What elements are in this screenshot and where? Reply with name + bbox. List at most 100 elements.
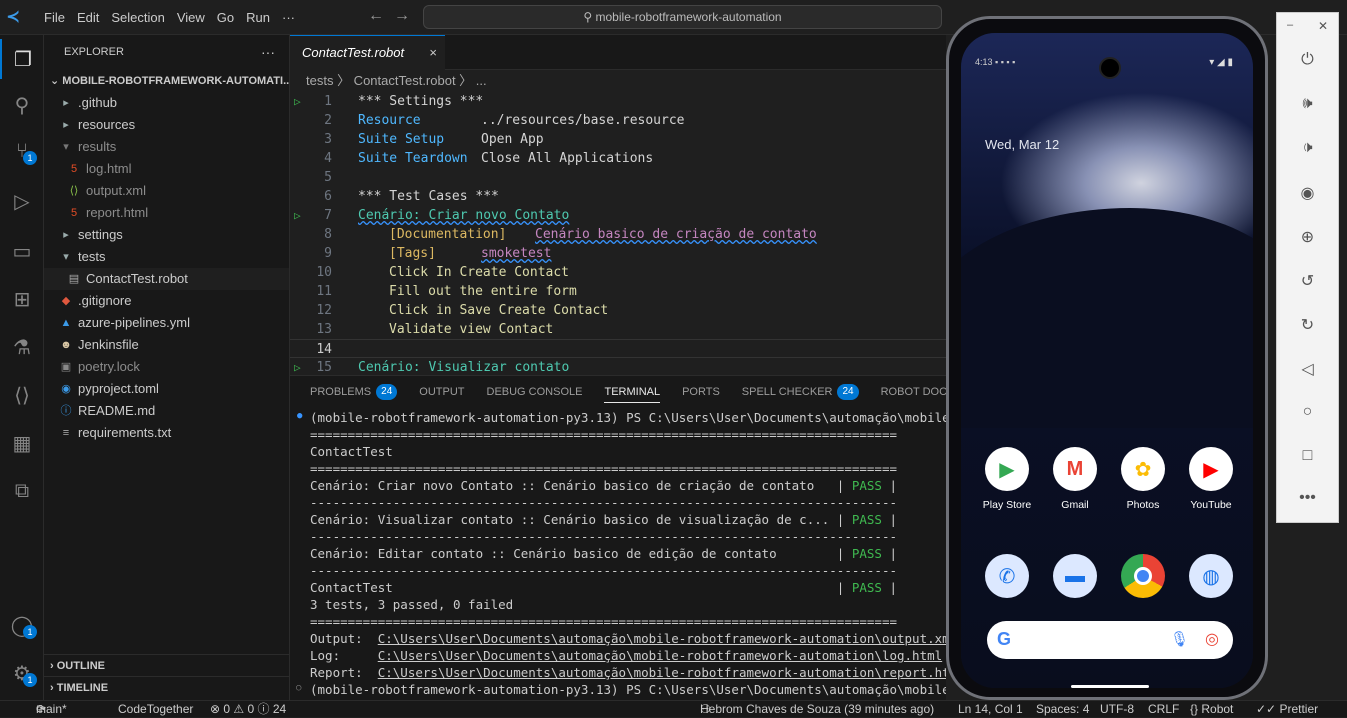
tree-item-gitignore[interactable]: ◆ .gitignore [44, 290, 289, 312]
tree-item-log-html[interactable]: 5 log.html [44, 158, 289, 180]
code-line: 5 [290, 168, 946, 187]
volume-down-icon[interactable]: 🕩 [1277, 139, 1338, 157]
editor-area: ContactTest.robot × tests 〉 ContactTest.… [290, 35, 946, 375]
language-mode[interactable]: {} Robot [1190, 701, 1233, 718]
jenkins-icon: ☻ [60, 339, 72, 351]
tree-item-label: README.md [78, 403, 156, 418]
source-control-icon[interactable]: ⑂ 1 [0, 131, 44, 171]
tree-item-report-html[interactable]: 5 report.html [44, 202, 289, 224]
date-widget[interactable]: Wed, Mar 12 [985, 137, 1059, 152]
encoding[interactable]: UTF-8 [1100, 701, 1134, 718]
problems-status[interactable]: ⊗ 0 ⚠ 0 ⓘ 24 [210, 701, 286, 718]
camera-icon[interactable]: ◉ [1277, 183, 1338, 203]
timeline-section[interactable]: › TIMELINE [44, 676, 290, 698]
tree-item-jenkinsfile[interactable]: ☻ Jenkinsfile [44, 334, 289, 356]
docker-icon[interactable]: ▦ [0, 423, 44, 463]
line-number: 9 [324, 246, 332, 261]
google-search-bar[interactable]: G 🎙 ◎ [987, 621, 1233, 659]
tree-item-readme[interactable]: ⓘ README.md [44, 400, 289, 422]
app-play-store[interactable]: ▶ Play Store [977, 447, 1037, 511]
volume-up-icon[interactable]: 🕪 [1277, 95, 1338, 113]
home-icon[interactable]: ○ [1277, 403, 1338, 421]
menu-run[interactable]: Run [240, 10, 276, 25]
testing-icon[interactable]: ⚗ [0, 327, 44, 367]
tab-output[interactable]: OUTPUT [419, 386, 464, 398]
zoom-icon[interactable]: ⊕ [1277, 227, 1338, 247]
outline-section[interactable]: › OUTLINE [44, 654, 290, 676]
explorer-icon[interactable]: ❐ [0, 39, 44, 79]
phone-screen[interactable]: 4:13 ▪ ▪ ▪ ▪ ▾ ◢ ▮ Wed, Mar 12 ▶ Play Sto… [961, 33, 1253, 688]
tab-problems[interactable]: PROBLEMS 24 [310, 384, 398, 400]
explorer-header: EXPLORER ··· [44, 35, 289, 70]
tree-item-contacttest-robot[interactable]: ▤ ContactTest.robot [44, 268, 289, 290]
tree-item-tests[interactable]: ▾ tests [44, 246, 289, 268]
terminal-line: Cenário: Visualizar contato :: Cenário b… [310, 511, 897, 528]
menu-view[interactable]: View [171, 10, 211, 25]
tab-spell-checker[interactable]: SPELL CHECKER 24 [742, 384, 859, 400]
tab-contacttest-robot[interactable]: ContactTest.robot × [290, 35, 445, 70]
menu-go[interactable]: Go [211, 10, 240, 25]
app-youtube[interactable]: ▶ YouTube [1181, 447, 1241, 511]
code-icon[interactable]: ⟨⟩ [0, 375, 44, 415]
remote-window-icon[interactable]: ⧉ [0, 471, 44, 511]
microphone-icon[interactable]: 🎙 [1170, 630, 1189, 648]
code-line: 11 Fill out the entire form [290, 282, 946, 301]
rotate-left-icon[interactable]: ↺ [1277, 271, 1338, 291]
more-icon[interactable]: ••• [1277, 489, 1338, 507]
settings-gear-icon[interactable]: ⚙ 1 [0, 653, 44, 693]
tree-item-requirements[interactable]: ≡ requirements.txt [44, 422, 289, 444]
forward-arrow-icon[interactable]: → [394, 7, 410, 25]
rotate-right-icon[interactable]: ↻ [1277, 315, 1338, 335]
menu-file[interactable]: File [38, 10, 71, 25]
app-photos[interactable]: ✿ Photos [1113, 447, 1173, 511]
more-actions-icon[interactable]: ··· [261, 35, 275, 70]
run-debug-icon[interactable]: ▷ [0, 181, 44, 221]
app-phone[interactable]: ✆ [977, 554, 1037, 598]
sync-icon[interactable]: ⟳ [36, 701, 46, 718]
tab-terminal[interactable]: TERMINAL [604, 386, 661, 403]
accounts-icon[interactable]: ◯ 1 [0, 605, 44, 645]
tree-item-output-xml[interactable]: ⟨⟩ output.xml [44, 180, 289, 202]
output-link[interactable]: C:\Users\User\Documents\automação\mobile… [378, 631, 946, 646]
home-gesture-bar[interactable] [1071, 685, 1149, 688]
app-contacts[interactable]: ◍ [1181, 554, 1241, 598]
tab-debug-console[interactable]: DEBUG CONSOLE [487, 386, 583, 398]
command-center-search[interactable]: ⚲ mobile-robotframework-automation [423, 5, 942, 29]
breadcrumb[interactable]: tests 〉 ContactTest.robot 〉 ... [290, 70, 946, 92]
tree-item-poetry-lock[interactable]: ▣ poetry.lock [44, 356, 289, 378]
search-icon[interactable]: ⚲ [0, 85, 44, 125]
tree-item-github[interactable]: ▸ .github [44, 92, 289, 114]
menu-edit[interactable]: Edit [71, 10, 105, 25]
tree-item-settings[interactable]: ▸ settings [44, 224, 289, 246]
google-lens-icon[interactable]: ◎ [1205, 629, 1219, 649]
tab-ports[interactable]: PORTS [682, 386, 720, 398]
line-number: 12 [316, 303, 332, 318]
close-icon[interactable]: × [429, 36, 437, 70]
power-icon[interactable]: ⏻ [1277, 51, 1338, 69]
tree-item-results[interactable]: ▾ results [44, 136, 289, 158]
workspace-root[interactable]: ⌄ MOBILE-ROBOTFRAMEWORK-AUTOMATI... [44, 70, 289, 92]
extensions-icon[interactable]: ⊞ [0, 279, 44, 319]
line-ending[interactable]: CRLF [1148, 701, 1179, 718]
menu-selection[interactable]: Selection [105, 10, 170, 25]
app-messages[interactable]: ▬ [1045, 554, 1105, 598]
remote-explorer-icon[interactable]: ▭ [0, 231, 44, 271]
tree-item-resources[interactable]: ▸ resources [44, 114, 289, 136]
back-arrow-icon[interactable]: ← [368, 7, 384, 25]
log-link[interactable]: C:\Users\User\Documents\automação\mobile… [378, 648, 942, 663]
prettier-status[interactable]: ✓✓ Prettier [1256, 701, 1318, 718]
indentation[interactable]: Spaces: 4 [1036, 701, 1089, 718]
close-icon[interactable]: ✕ [1277, 19, 1338, 33]
tree-item-pyproject[interactable]: ◉ pyproject.toml [44, 378, 289, 400]
code-area[interactable]: ▷ 1 *** Settings *** 2 Resource ../resources… [290, 92, 946, 375]
codetogether-status[interactable]: CodeTogether [118, 701, 193, 718]
overview-icon[interactable]: □ [1277, 447, 1338, 465]
tree-item-azure-pipelines[interactable]: ▲ azure-pipelines.yml [44, 312, 289, 334]
app-chrome[interactable] [1113, 554, 1173, 598]
back-icon[interactable]: ◁ [1277, 359, 1338, 379]
app-gmail[interactable]: M Gmail [1045, 447, 1105, 511]
cursor-position[interactable]: Ln 14, Col 1 [958, 701, 1023, 718]
terminal[interactable]: ● (mobile-robotframework-automation-py3.… [290, 408, 946, 701]
report-link[interactable]: C:\Users\User\Documents\automação\mobile… [378, 665, 946, 680]
menu-more[interactable]: ··· [276, 10, 301, 25]
